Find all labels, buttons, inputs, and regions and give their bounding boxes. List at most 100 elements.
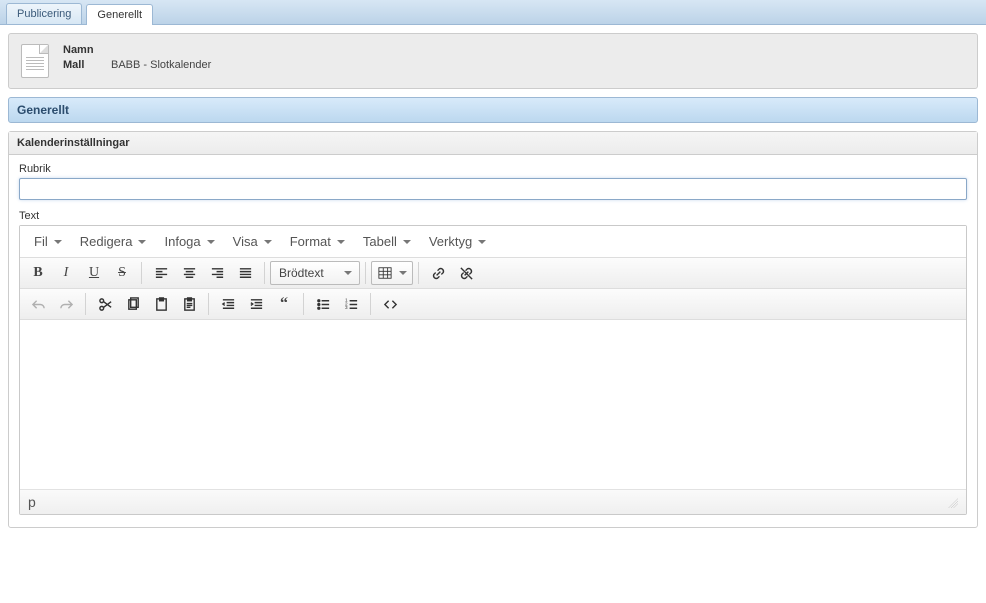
- outdent-button[interactable]: [215, 292, 241, 316]
- tab-publicering[interactable]: Publicering: [6, 3, 82, 24]
- menu-edit[interactable]: Redigera: [72, 230, 155, 253]
- table-icon: [378, 266, 392, 280]
- tab-generellt[interactable]: Generellt: [86, 4, 153, 25]
- menu-table[interactable]: Tabell: [355, 230, 419, 253]
- scissors-icon: [98, 297, 113, 312]
- bullet-list-button[interactable]: [310, 292, 336, 316]
- document-icon: [21, 44, 49, 78]
- editor-container: Fil Redigera Infoga Visa Format: [19, 225, 967, 515]
- menu-file-label: Fil: [34, 234, 48, 249]
- menu-tools-label: Verktyg: [429, 234, 472, 249]
- app-root: Publicering Generellt Namn Mall BABB - S…: [0, 0, 986, 528]
- rubrik-label: Rubrik: [19, 163, 967, 175]
- blockquote-button[interactable]: “: [271, 292, 297, 316]
- menu-insert[interactable]: Infoga: [156, 230, 222, 253]
- chevron-down-icon: [138, 240, 146, 244]
- unlink-icon: [459, 266, 474, 281]
- menu-insert-label: Infoga: [164, 234, 200, 249]
- number-list-icon: 123: [344, 297, 359, 312]
- text-label: Text: [19, 210, 967, 222]
- separator: [418, 262, 419, 284]
- paste-button[interactable]: [148, 292, 174, 316]
- separator: [303, 293, 304, 315]
- text-editor: Text Fil Redigera Infoga: [19, 210, 967, 515]
- strikethrough-icon: S: [118, 265, 126, 281]
- separator: [141, 262, 142, 284]
- bold-button[interactable]: B: [25, 261, 51, 285]
- menu-view[interactable]: Visa: [225, 230, 280, 253]
- strikethrough-button[interactable]: S: [109, 261, 135, 285]
- align-left-icon: [154, 266, 169, 281]
- chevron-down-icon: [54, 240, 62, 244]
- info-name-label: Namn: [63, 44, 99, 56]
- quote-icon: “: [280, 295, 288, 313]
- copy-icon: [126, 297, 141, 312]
- chevron-down-icon: [399, 271, 407, 275]
- info-panel: Namn Mall BABB - Slotkalender: [8, 33, 978, 89]
- svg-text:3: 3: [344, 305, 347, 310]
- code-icon: [383, 297, 398, 312]
- bold-icon: B: [33, 265, 42, 281]
- align-justify-button[interactable]: [232, 261, 258, 285]
- subsection-title: Kalenderinställningar: [9, 132, 977, 155]
- chevron-down-icon: [207, 240, 215, 244]
- section-header-generellt: Generellt: [8, 97, 978, 123]
- rubrik-input[interactable]: [19, 178, 967, 200]
- link-button[interactable]: [425, 261, 451, 285]
- align-center-icon: [182, 266, 197, 281]
- subsection-kalender: Kalenderinställningar Rubrik Text Fil Re…: [8, 131, 978, 528]
- undo-icon: [31, 297, 46, 312]
- align-center-button[interactable]: [176, 261, 202, 285]
- paste-icon: [154, 297, 169, 312]
- menu-format-label: Format: [290, 234, 331, 249]
- copy-button[interactable]: [120, 292, 146, 316]
- menu-file[interactable]: Fil: [26, 230, 70, 253]
- chevron-down-icon: [264, 240, 272, 244]
- align-justify-icon: [238, 266, 253, 281]
- cut-button[interactable]: [92, 292, 118, 316]
- menu-format[interactable]: Format: [282, 230, 353, 253]
- italic-icon: I: [64, 265, 69, 281]
- chevron-down-icon: [344, 271, 352, 275]
- redo-icon: [59, 297, 74, 312]
- separator: [85, 293, 86, 315]
- source-code-button[interactable]: [377, 292, 403, 316]
- subsection-body: Rubrik Text Fil Redigera Infoga: [9, 155, 977, 527]
- separator: [365, 262, 366, 284]
- chevron-down-icon: [403, 240, 411, 244]
- table-button[interactable]: [371, 261, 413, 285]
- editor-content[interactable]: [20, 320, 966, 490]
- align-left-button[interactable]: [148, 261, 174, 285]
- menu-view-label: Visa: [233, 234, 258, 249]
- menu-edit-label: Redigera: [80, 234, 133, 249]
- italic-button[interactable]: I: [53, 261, 79, 285]
- separator: [264, 262, 265, 284]
- toolbar-row-2: “ 123: [20, 289, 966, 320]
- undo-button[interactable]: [25, 292, 51, 316]
- paste-text-button[interactable]: [176, 292, 202, 316]
- chevron-down-icon: [478, 240, 486, 244]
- separator: [370, 293, 371, 315]
- number-list-button[interactable]: 123: [338, 292, 364, 316]
- align-right-icon: [210, 266, 225, 281]
- tab-bar: Publicering Generellt: [0, 0, 986, 25]
- align-right-button[interactable]: [204, 261, 230, 285]
- indent-icon: [249, 297, 264, 312]
- toolbar-row-1: B I U S: [20, 258, 966, 289]
- underline-icon: U: [89, 265, 99, 281]
- chevron-down-icon: [337, 240, 345, 244]
- format-select-value: Brödtext: [279, 266, 324, 280]
- resize-handle[interactable]: [946, 496, 958, 508]
- unlink-button[interactable]: [453, 261, 479, 285]
- info-template-label: Mall: [63, 59, 99, 71]
- info-fields: Namn Mall BABB - Slotkalender: [63, 44, 211, 71]
- indent-button[interactable]: [243, 292, 269, 316]
- menu-table-label: Tabell: [363, 234, 397, 249]
- outdent-icon: [221, 297, 236, 312]
- redo-button[interactable]: [53, 292, 79, 316]
- editor-menubar: Fil Redigera Infoga Visa Format: [20, 226, 966, 258]
- format-select[interactable]: Brödtext: [270, 261, 360, 285]
- menu-tools[interactable]: Verktyg: [421, 230, 494, 253]
- underline-button[interactable]: U: [81, 261, 107, 285]
- editor-statusbar: p: [20, 490, 966, 514]
